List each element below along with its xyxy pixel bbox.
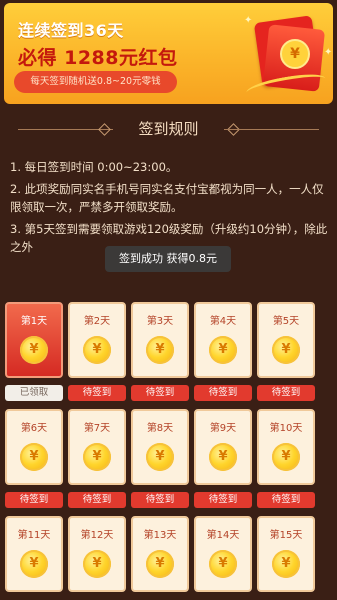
day-card[interactable]: 第13天 ¥ [131,516,189,592]
pending-checkin-button[interactable]: 待签到 [257,385,315,401]
day-label: 第9天 [209,423,237,434]
day-card[interactable]: 第14天 ¥ [194,516,252,592]
day-label: 第3天 [146,316,174,327]
pending-checkin-button[interactable]: 待签到 [131,492,189,508]
day-card[interactable]: 第5天 ¥ [257,302,315,378]
day-label: 第11天 [17,530,51,541]
day-card[interactable]: 第6天 ¥ [5,409,63,485]
coin-icon: ¥ [272,336,300,364]
pending-checkin-button[interactable]: 待签到 [194,385,252,401]
coin-icon: ¥ [209,443,237,471]
pending-checkin-button[interactable]: 待签到 [68,385,126,401]
pending-checkin-button[interactable]: 待签到 [257,492,315,508]
pending-checkin-button[interactable]: 待签到 [68,492,126,508]
coin-icon: ¥ [209,550,237,578]
day-label: 第2天 [83,316,111,327]
coin-icon: ¥ [20,443,48,471]
day-card[interactable]: 第1天 ¥ [5,302,63,378]
day-label: 第5天 [272,316,300,327]
day-card[interactable]: 第8天 ¥ [131,409,189,485]
day-label: 第12天 [80,530,114,541]
coin-icon: ¥ [20,550,48,578]
coin-icon: ¥ [146,443,174,471]
day-card[interactable]: 第2天 ¥ [68,302,126,378]
pending-checkin-button[interactable]: 待签到 [194,492,252,508]
day-card[interactable]: 第15天 ¥ [257,516,315,592]
day-card[interactable]: 第4天 ¥ [194,302,252,378]
coin-icon: ¥ [83,336,111,364]
day-label: 第14天 [206,530,240,541]
coin-icon: ¥ [209,336,237,364]
pending-checkin-button[interactable]: 待签到 [131,385,189,401]
day-card[interactable]: 第12天 ¥ [68,516,126,592]
coin-icon: ¥ [146,336,174,364]
day-label: 第4天 [209,316,237,327]
day-label: 第1天 [20,316,48,327]
claimed-badge: 已领取 [5,385,63,401]
day-label: 第10天 [269,423,303,434]
day-label: 第7天 [83,423,111,434]
coin-icon: ¥ [20,336,48,364]
day-card[interactable]: 第7天 ¥ [68,409,126,485]
day-card[interactable]: 第10天 ¥ [257,409,315,485]
day-label: 第15天 [269,530,303,541]
pending-checkin-button[interactable]: 待签到 [5,492,63,508]
day-label: 第13天 [143,530,177,541]
checkin-grid: 第1天 ¥ 已领取 第2天 ¥ 待签到 第3天 ¥ 待签到 第4天 ¥ 待签到 第5天 ¥ 待签到 第6天 ¥ 待… [0,0,337,600]
day-card[interactable]: 第3天 ¥ [131,302,189,378]
day-label: 第8天 [146,423,174,434]
day-card[interactable]: 第11天 ¥ [5,516,63,592]
coin-icon: ¥ [146,550,174,578]
day-card[interactable]: 第9天 ¥ [194,409,252,485]
coin-icon: ¥ [83,443,111,471]
coin-icon: ¥ [83,550,111,578]
coin-icon: ¥ [272,443,300,471]
day-label: 第6天 [20,423,48,434]
coin-icon: ¥ [272,550,300,578]
